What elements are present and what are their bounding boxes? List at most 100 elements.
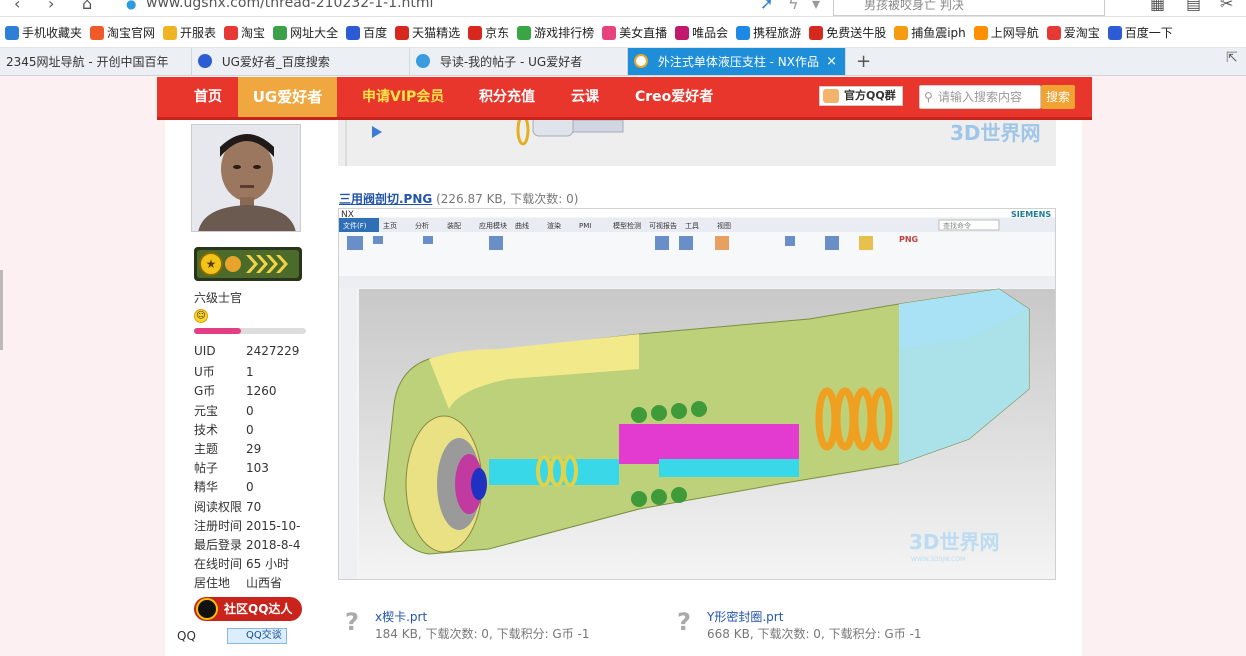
bookmark-item[interactable]: 游戏排行榜 [517,17,594,47]
bookmark-item[interactable]: 免费送牛股 [809,17,887,47]
search-placeholder: 请输入搜索内容 [938,90,1023,104]
bookmark-item[interactable]: 美女直播 [602,17,667,47]
file-name-link[interactable]: x楔卡.prt [375,608,427,625]
ug-logo-icon [416,54,430,68]
nx-screenshot-image[interactable]: NX SIEMENS 文件(F) 主页 分析 装配 应用模块 曲线 渲染 PMI 模型检测 可视报… [338,208,1056,580]
nav-home[interactable]: 首页 [183,77,233,117]
nav-vip[interactable]: 申请VIP会员 [362,77,444,117]
avatar[interactable] [191,124,301,232]
nx-menu-tab: PMI [579,222,591,230]
stat-key: 注册时间 [194,518,243,533]
nav-cloud-course[interactable]: 云课 [571,77,599,117]
scroll-handle[interactable] [0,270,3,350]
back-icon[interactable]: ‹ [14,0,20,13]
bookmarks-bar: 手机收藏夹 淘宝官网 开服表 淘宝 网址大全 百度 天猫精选 京东 游戏排行榜 美女直播 唯品会 携程… [0,17,1246,48]
stat-key: 技术 [194,422,219,437]
browser-search-hint: 男孩被咬身亡 判决 [864,0,964,12]
stat-row: 在线时间 65 小时 [194,555,289,572]
nx-menu-tab: 分析 [415,221,429,230]
qq-talent-badge[interactable]: 社区QQ达人 [194,597,302,621]
qq-chat-button[interactable]: QQ交谈 [227,628,287,644]
stat-value: 2018-8-4 [246,538,301,552]
stat-key: 元宝 [194,403,219,418]
previous-attachment-image[interactable]: 3D世界网 [338,120,1056,166]
nx-menu-tab: 模型检测 [613,221,641,230]
stat-value: 0 [246,480,254,495]
qq-group-button[interactable]: 官方QQ群 [819,86,903,106]
attachment-link[interactable]: 三用阀剖切.PNG (226.87 KB, 下载次数: 0) [339,190,578,207]
attachment-name[interactable]: 三用阀剖切.PNG [339,192,432,206]
stat-row: 注册时间 2015-10- [194,517,300,534]
bookmark-label: 爱淘宝 [1063,26,1100,40]
site-navigation: 首页 UG爱好者 申请VIP会员 积分充值 云课 Creo爱好者 官方QQ群 ⚲… [157,77,1092,120]
sidebar-toggle-icon[interactable]: ⇱ [1226,50,1238,66]
tab-label: 外注式单体液压支柱 - NX作品 [657,55,819,69]
bookmark-item[interactable]: 手机收藏夹 [5,17,82,47]
reader-icon[interactable]: ▤ [1186,0,1201,13]
stat-row: G币 1260 [194,382,277,399]
smiley-icon: ☺ [194,309,208,323]
rocket-icon[interactable]: ➚ [760,0,773,13]
bookmark-item[interactable]: 上网导航 [973,17,1039,47]
stat-key: 阅读权限 [194,499,243,514]
stat-row: 最后登录 2018-8-4 [194,536,300,553]
bookmark-item[interactable]: 携程旅游 [736,17,801,47]
stat-row: 精华 0 [194,478,254,495]
apps-icon[interactable]: ▦ [1150,0,1165,13]
search-button[interactable]: 搜索 [1041,85,1075,109]
dropdown-icon[interactable]: ▾ [812,0,820,13]
tools-icon[interactable]: ✂ [1220,0,1233,13]
bookmark-item[interactable]: 百度 [346,17,388,47]
bookmark-item[interactable]: 网址大全 [273,17,338,47]
tab-my-posts[interactable]: 导读-我的帖子 - UG爱好者 [410,48,628,75]
bookmark-item[interactable]: 京东 [468,17,509,47]
forward-icon[interactable]: › [48,0,54,13]
nx-menu-tab: 装配 [447,221,461,230]
bookmark-icon [346,25,361,40]
close-icon[interactable]: × [826,48,837,75]
bookmark-label: 百度一下 [1124,26,1173,40]
bookmark-label: 开服表 [180,26,217,40]
bookmark-item[interactable]: 百度一下 [1107,17,1173,47]
browser-search-box[interactable]: 男孩被咬身亡 判决 [833,0,1105,16]
search-icon: ⚲ [924,90,933,104]
stat-value: 0 [246,403,254,418]
file-name-link[interactable]: Y形密封圈.prt [707,608,783,625]
bookmark-item[interactable]: 淘宝官网 [90,17,155,47]
url-text[interactable]: www.ugsnx.com/thread-210232-1-1.html [146,0,433,11]
bookmark-item[interactable]: 天猫精选 [395,17,460,47]
home-icon[interactable]: ⌂ [82,0,92,13]
author-profile: ★ 六级士官 ☺ UID 2427229 U币 1 G币 1260 元宝 0 技术 0 主题 29 帖子… [165,120,325,656]
bookmark-icon [224,25,239,40]
site-search-input[interactable]: ⚲ 请输入搜索内容 [919,85,1041,109]
bookmark-item[interactable]: 爱淘宝 [1046,17,1100,47]
bookmark-item[interactable]: 唯品会 [675,17,728,47]
stat-key: 居住地 [194,576,231,591]
tab-active-thread[interactable]: 外注式单体液压支柱 - NX作品 × [628,48,846,75]
bookmark-item[interactable]: 捕鱼震iph [894,17,966,47]
part-render-image: 3D世界网 [338,120,1056,166]
qq-penguin-icon [196,598,218,620]
nx-menu-tab: 视图 [717,221,731,230]
stat-key: U币 [194,365,215,380]
qq-group-label: 官方QQ群 [844,89,896,102]
nav-recharge[interactable]: 积分充值 [479,77,535,117]
tab-label: 2345网址导航 - 开创中国百年 [6,55,169,69]
unknown-file-icon: ? [677,608,691,636]
bookmark-label: 百度 [363,26,388,40]
tab-baidu-search[interactable]: UG爱好者_百度搜索 [192,48,410,75]
stat-key: 最后登录 [194,538,243,552]
stat-row: 阅读权限 70 [194,498,261,515]
nav-ug-forum[interactable]: UG爱好者 [238,77,337,117]
bookmark-item[interactable]: 开服表 [163,17,217,47]
new-tab-button[interactable]: + [856,48,871,76]
bookmark-label: 免费送牛股 [826,26,887,40]
stat-value: 70 [246,499,262,514]
bookmark-icon [163,25,178,40]
stat-value: 29 [246,442,262,456]
tab-2345[interactable]: 2345网址导航 - 开创中国百年 [0,48,192,75]
lightning-icon[interactable]: ϟ [788,0,799,13]
nx-menu-tab: 曲线 [515,221,529,230]
bookmark-item[interactable]: 淘宝 [224,17,265,47]
nav-creo[interactable]: Creo爱好者 [635,77,713,117]
